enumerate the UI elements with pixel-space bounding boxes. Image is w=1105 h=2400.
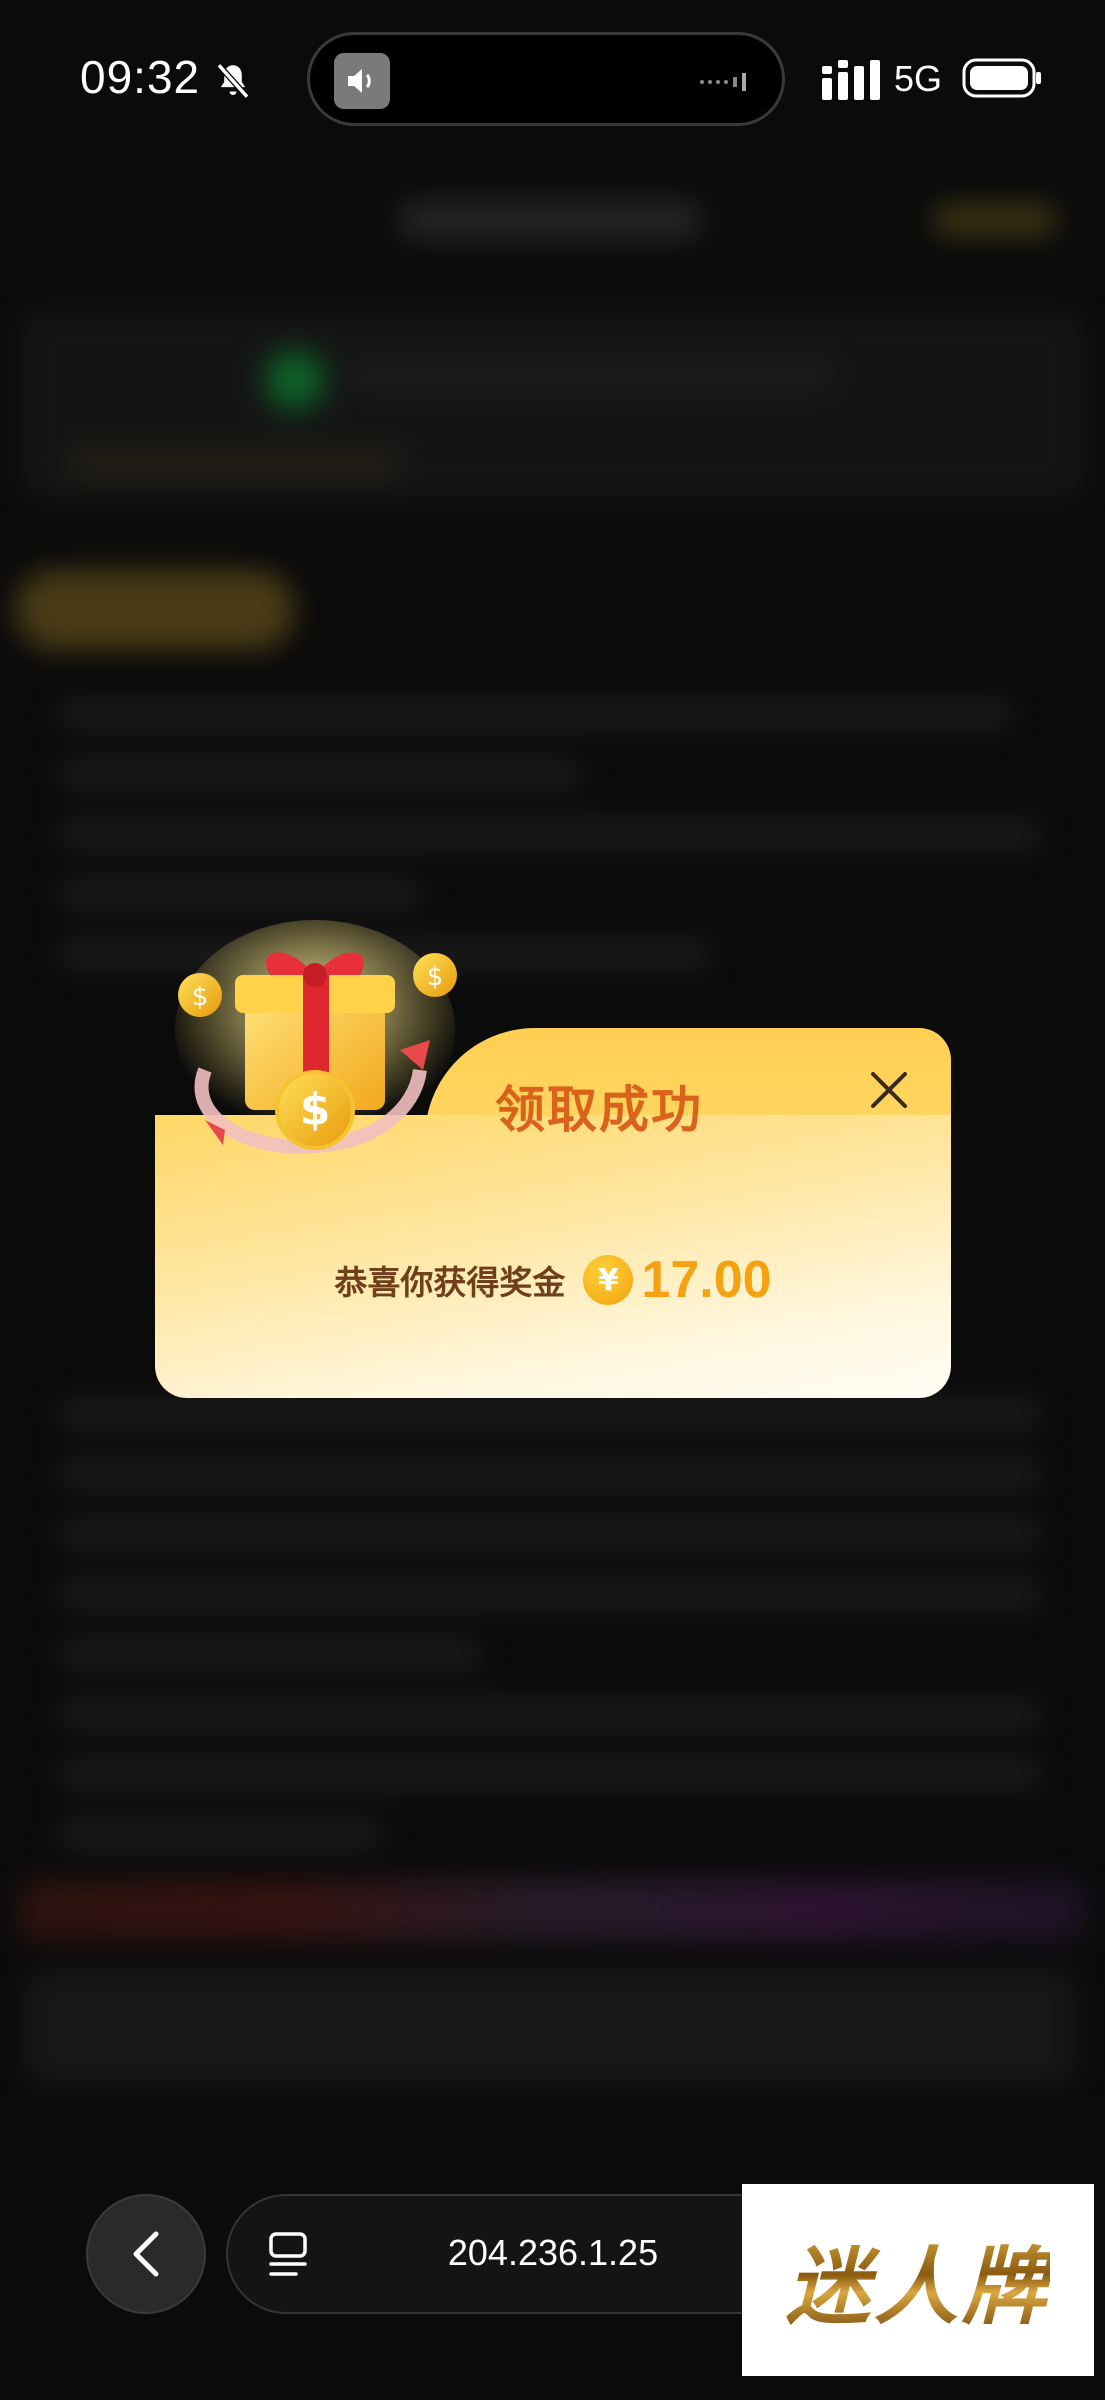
- bg-title-placeholder: [400, 200, 700, 240]
- bg-header-link: [935, 205, 1055, 235]
- svg-text:$: $: [427, 962, 444, 992]
- dynamic-island: [307, 32, 785, 126]
- prize-row: 恭喜你获得奖金 ¥ 17.00: [155, 1250, 951, 1310]
- signal-icon: [822, 60, 880, 100]
- bg-status-dot: [265, 350, 325, 410]
- svg-text:$: $: [192, 982, 209, 1012]
- coin-icon: ¥: [583, 1255, 634, 1305]
- bg-text-line: [60, 1580, 1040, 1608]
- bg-text-line: [60, 820, 1040, 848]
- back-button[interactable]: [86, 2194, 206, 2314]
- gift-box-icon: $ $ $: [175, 920, 457, 1154]
- close-icon[interactable]: [867, 1068, 911, 1112]
- network-type: 5G: [894, 58, 943, 99]
- prize-amount: 17.00: [641, 1251, 772, 1309]
- svg-text:$: $: [300, 1084, 331, 1135]
- bg-text-line: [60, 1460, 1040, 1488]
- bg-text-line: [350, 360, 830, 388]
- watermark-logo: 迷人牌: [742, 2184, 1094, 2376]
- back-arrow-icon: [133, 2231, 159, 2277]
- modal-title: 领取成功: [495, 1081, 703, 1139]
- bg-banner-strip: [20, 1880, 1085, 1940]
- bg-text-line: [60, 1700, 1040, 1728]
- bg-text-line: [60, 1640, 480, 1668]
- bell-muted-icon: [216, 63, 250, 99]
- speaker-icon: [334, 53, 390, 109]
- bg-text-line: [60, 1820, 380, 1848]
- clock: 09:32: [80, 51, 201, 103]
- watermark-text: 迷人牌: [786, 2220, 1050, 2341]
- reward-modal: $ $ $ 领取成功 恭喜你获得奖金 ¥ 17.00: [155, 920, 951, 1400]
- bg-pill: [15, 570, 295, 650]
- bg-text-line: [60, 1520, 1040, 1548]
- status-bar: 09:32 5G: [0, 0, 1105, 160]
- bg-action-button: [25, 1970, 1075, 2085]
- audio-level-icon: [700, 73, 746, 91]
- prize-label: 恭喜你获得奖金: [334, 1263, 566, 1302]
- bg-text-line: [60, 1400, 1040, 1428]
- bg-text-line: [60, 760, 580, 788]
- bg-text-line: [60, 700, 1010, 728]
- bg-text-line: [60, 1760, 1040, 1788]
- bg-text-line: [60, 880, 420, 908]
- bg-text-line: [70, 450, 400, 478]
- battery-icon: [962, 58, 1041, 98]
